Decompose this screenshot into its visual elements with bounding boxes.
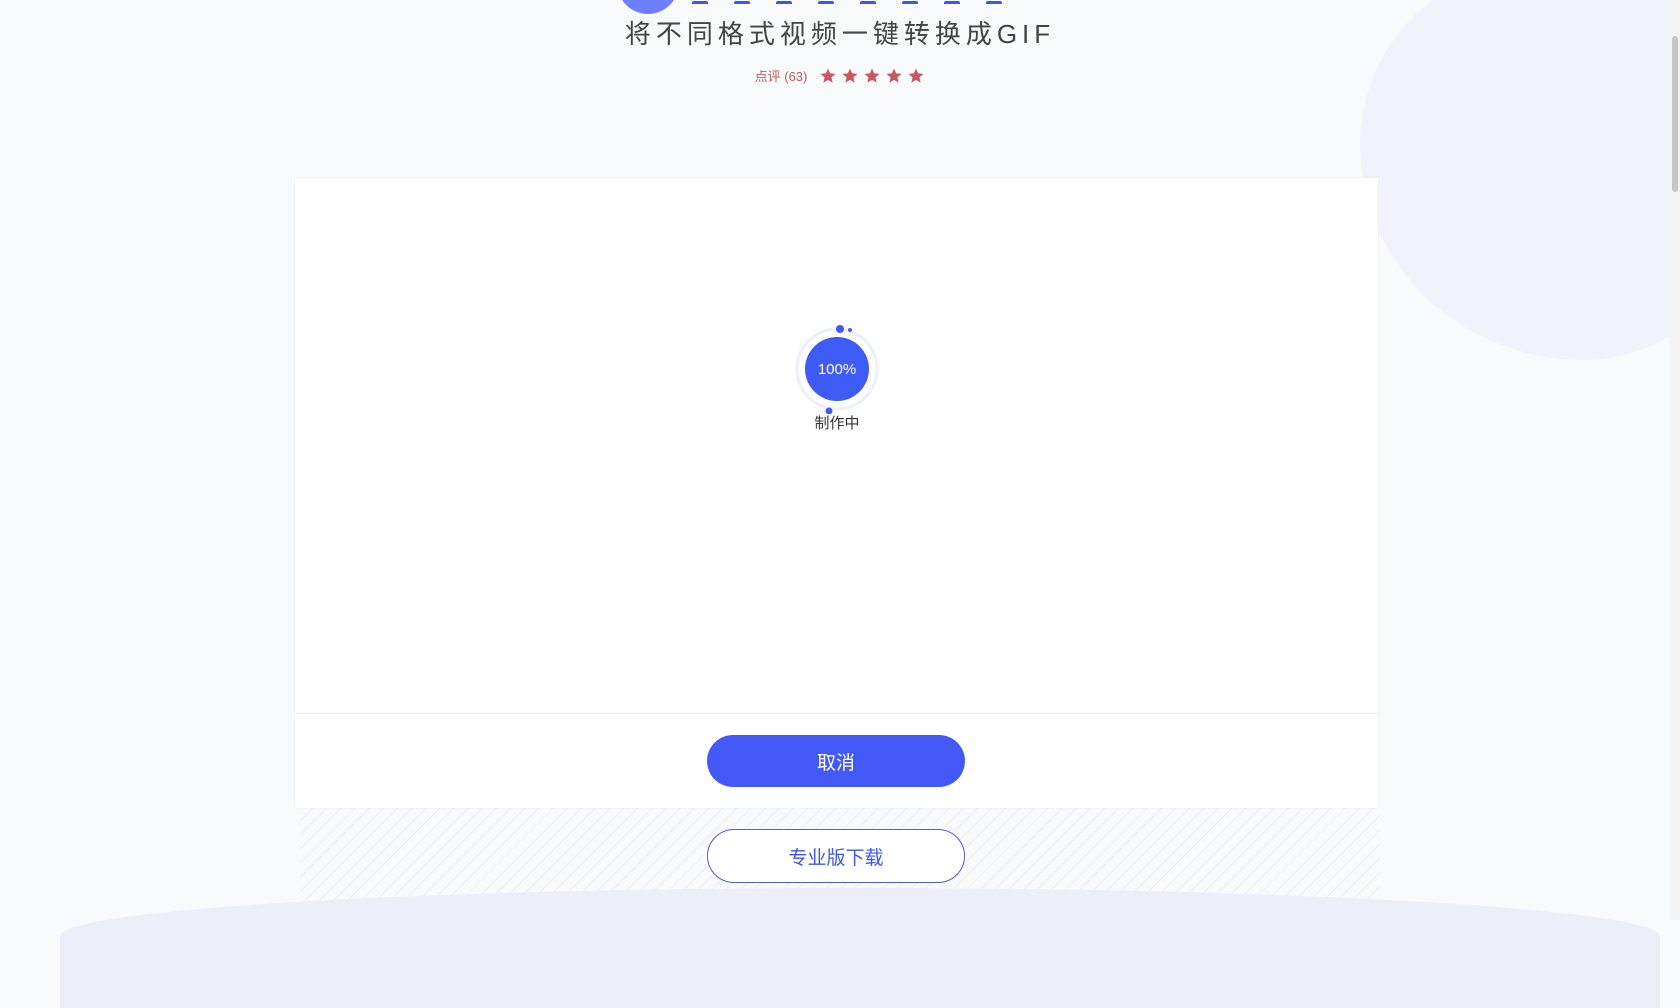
star-icon [886,68,902,83]
star-icon [820,68,836,83]
page-title-cropped [692,0,1062,4]
star-rating [819,67,925,85]
status-label: 制作中 [814,414,860,432]
star-icon [864,68,880,83]
background-blob [1360,0,1680,360]
card-divider [295,713,1378,714]
background-wave [60,888,1660,1008]
reviews-link[interactable]: 点评 (63) [755,66,808,85]
rating-row: 点评 (63) [0,66,1680,85]
app-logo-icon [617,0,679,14]
converter-card: 100% 制作中 取消 [295,178,1378,808]
progress-percent: 100% [805,337,869,401]
pro-download-button[interactable]: 专业版下载 [707,829,965,883]
star-icon [842,68,858,83]
page: 将不同格式视频一键转换成GIF 点评 (63) 100% 制作中 取消 专业版下… [0,0,1680,1008]
scrollbar-thumb[interactable] [1672,36,1678,192]
star-icon [908,68,924,83]
page-subtitle: 将不同格式视频一键转换成GIF [624,19,1056,49]
cancel-button[interactable]: 取消 [707,735,965,787]
progress-indicator: 100% 制作中 [792,324,882,434]
page-scrollbar[interactable] [1670,0,1680,920]
